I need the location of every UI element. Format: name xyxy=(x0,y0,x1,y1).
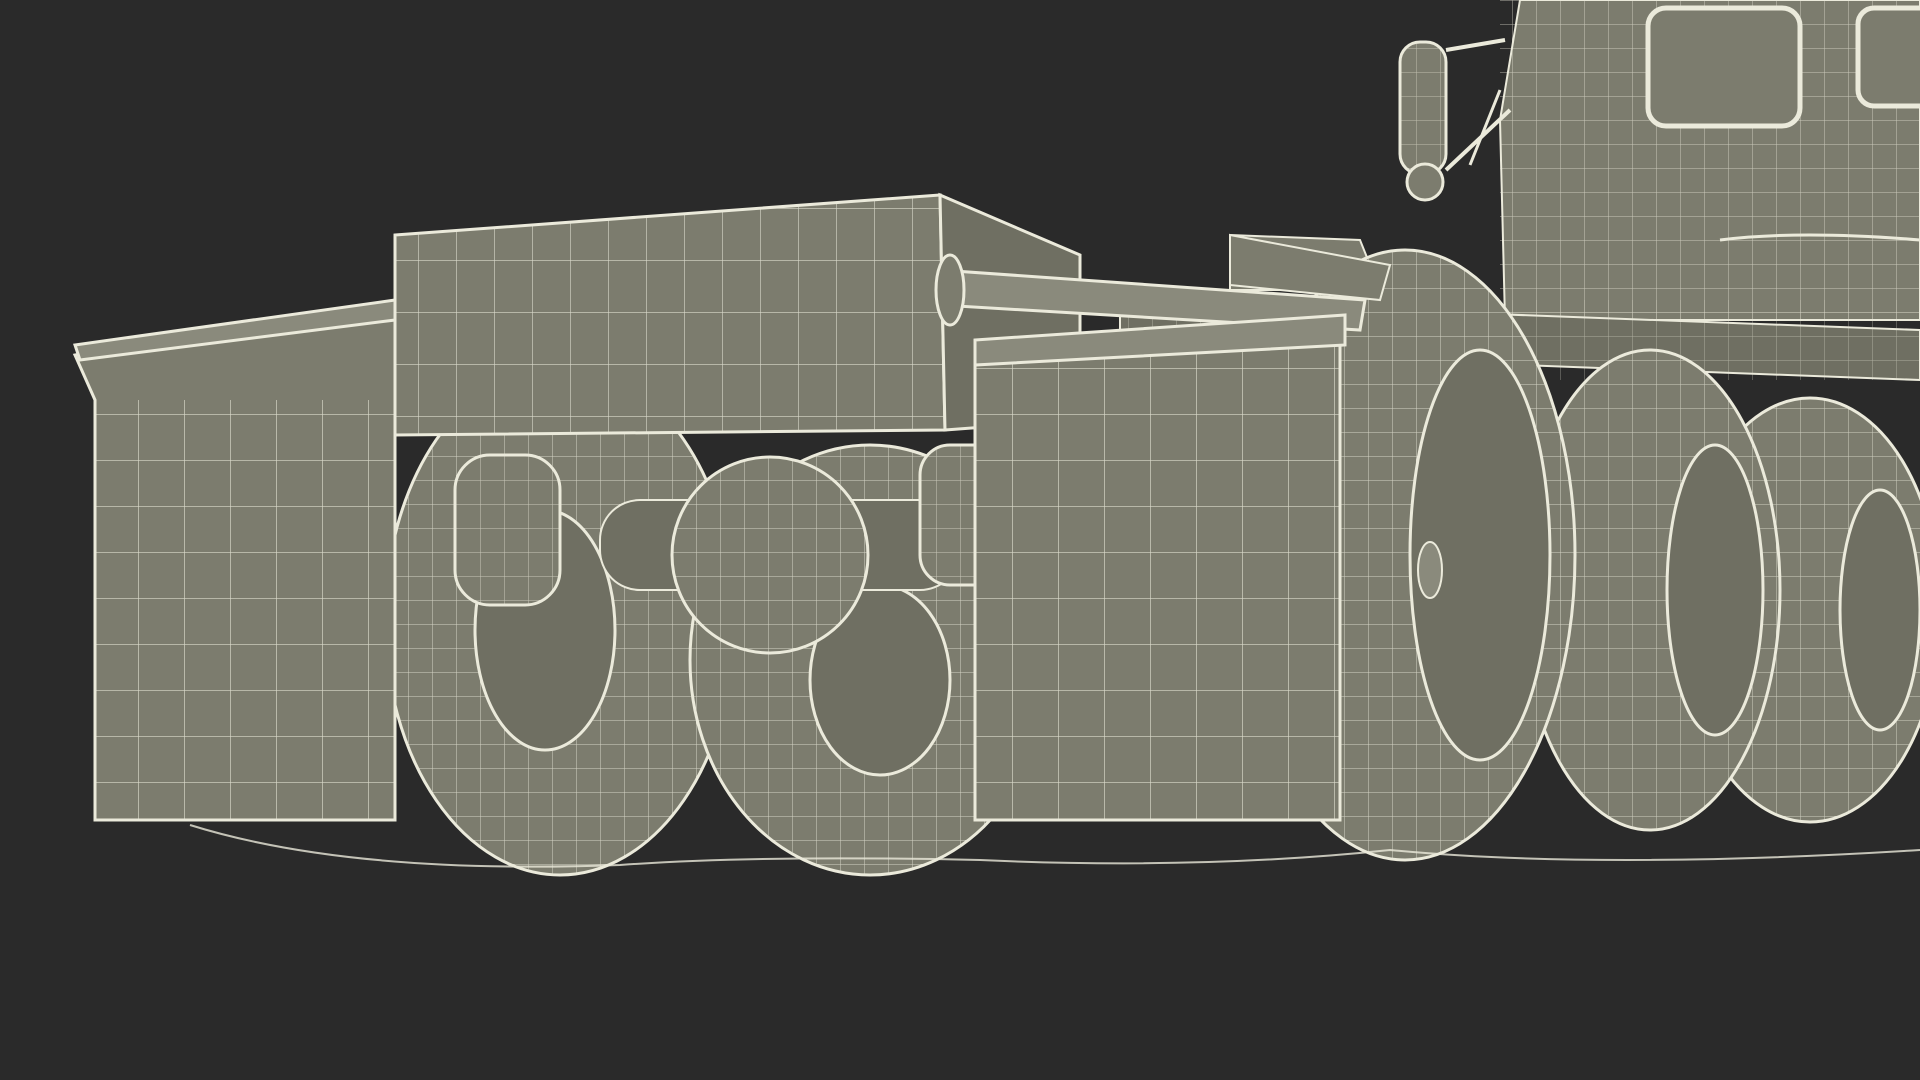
mudflap-left xyxy=(72,298,397,822)
cab-window-left xyxy=(1645,5,1803,129)
mudflap-right xyxy=(973,313,1347,822)
air-spring-left xyxy=(453,453,562,607)
wireframe-render-scene xyxy=(0,0,1920,1080)
cab-window-right xyxy=(1855,5,1920,109)
tire-trailer-rear-1 xyxy=(383,363,737,877)
truck-cab xyxy=(1498,0,1920,321)
